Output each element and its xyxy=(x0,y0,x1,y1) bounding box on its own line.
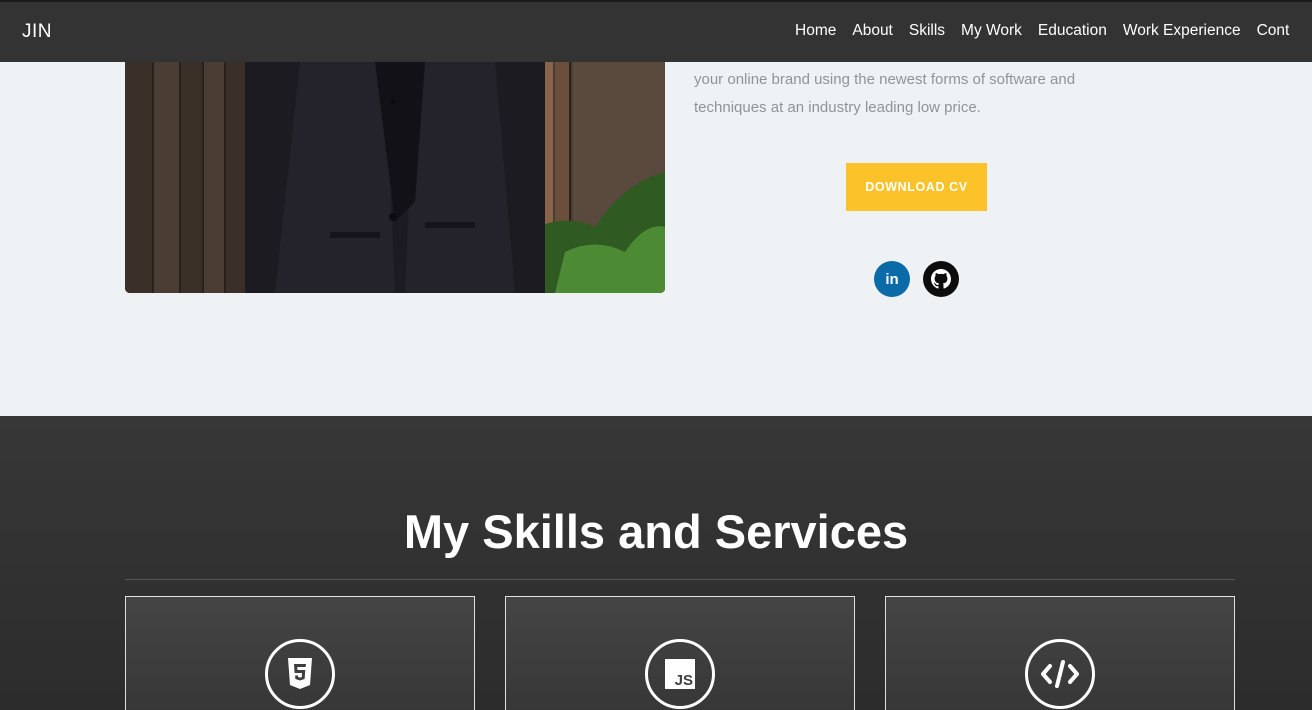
intro-line-2: techniques at an industry leading low pr… xyxy=(694,99,981,116)
skills-section: My Skills and Services JS xyxy=(0,416,1312,710)
code-icon xyxy=(1040,660,1080,688)
skill-icon-circle xyxy=(1025,639,1095,709)
nav-link-work-experience[interactable]: Work Experience xyxy=(1123,22,1241,40)
skill-card-html5[interactable] xyxy=(125,596,475,710)
nav-link-contact[interactable]: Cont xyxy=(1257,22,1290,40)
nav-link-about[interactable]: About xyxy=(852,22,893,40)
skills-title: My Skills and Services xyxy=(403,505,909,558)
github-icon xyxy=(931,269,951,289)
nav-link-my-work[interactable]: My Work xyxy=(961,22,1022,40)
nav-links: Home About Skills My Work Education Work… xyxy=(795,22,1305,40)
skill-card-javascript[interactable]: JS xyxy=(505,596,855,710)
intro-text: your online brand using the newest forms… xyxy=(694,66,1154,122)
linkedin-button[interactable]: in xyxy=(874,261,910,297)
brand-logo[interactable]: JIN xyxy=(22,21,52,43)
html5-icon xyxy=(286,658,314,690)
nav-link-home[interactable]: Home xyxy=(795,22,836,40)
skill-card-code[interactable] xyxy=(885,596,1235,710)
intro-line-1: your online brand using the newest forms… xyxy=(694,71,1076,88)
javascript-glyph: JS xyxy=(674,672,693,689)
github-button[interactable] xyxy=(923,261,959,297)
skill-icon-circle xyxy=(265,639,335,709)
nav-link-skills[interactable]: Skills xyxy=(909,22,945,40)
linkedin-icon: in xyxy=(885,270,899,288)
nav-link-education[interactable]: Education xyxy=(1038,22,1107,40)
navbar: JIN Home About Skills My Work Education … xyxy=(0,0,1312,62)
profile-photo xyxy=(125,62,665,293)
download-cv-button[interactable]: DOWNLOAD CV xyxy=(846,163,987,211)
hero-section: your online brand using the newest forms… xyxy=(0,62,1312,416)
javascript-icon: JS xyxy=(665,659,695,689)
divider xyxy=(125,579,1235,580)
skill-icon-circle: JS xyxy=(645,639,715,709)
